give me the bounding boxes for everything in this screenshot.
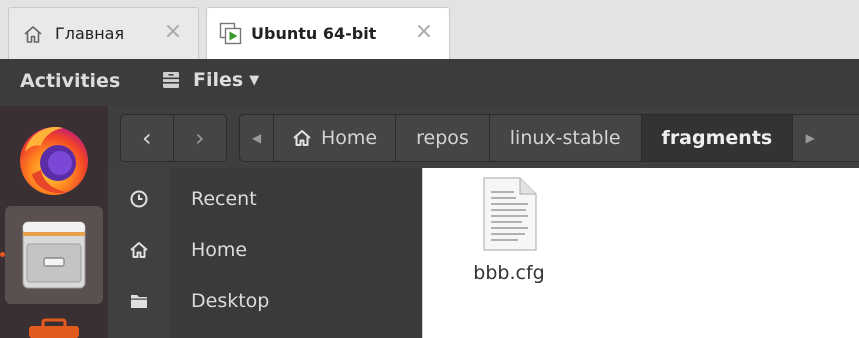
sidebar-item-desktop[interactable]: Desktop xyxy=(108,276,422,326)
close-icon[interactable]: × xyxy=(162,21,184,43)
breadcrumb-label: repos xyxy=(416,127,469,149)
activities-button[interactable]: Activities xyxy=(20,70,120,92)
path-bar: ◀ Home repos linux-stable fragments ▶ xyxy=(239,114,859,162)
sidebar-item-recent[interactable]: Recent xyxy=(108,174,422,224)
path-scroll-left-button[interactable]: ◀ xyxy=(240,115,274,161)
breadcrumb-current[interactable]: fragments xyxy=(641,115,794,161)
host-tab-strip: Главная × Ubuntu 64-bit × xyxy=(0,0,859,59)
forward-button[interactable]: › xyxy=(174,115,227,161)
dock xyxy=(0,106,108,338)
firefox-icon xyxy=(20,127,88,195)
home-icon xyxy=(108,240,170,260)
path-scroll-right-button[interactable]: ▶ xyxy=(793,115,827,161)
home-icon xyxy=(21,22,45,46)
triangle-left-icon: ◀ xyxy=(251,131,262,145)
file-view[interactable]: bbb.cfg xyxy=(422,168,859,338)
dock-item-files[interactable] xyxy=(5,206,103,304)
host-tab-label: Ubuntu 64-bit xyxy=(251,24,377,43)
top-bar: Activities Files ▼ xyxy=(0,59,859,106)
app-menu-button[interactable]: Files ▼ xyxy=(161,69,259,91)
caret-down-icon: ▼ xyxy=(249,72,260,88)
sidebar-item-label: Home xyxy=(191,239,248,261)
breadcrumb-label: Home xyxy=(321,127,378,149)
file-cabinet-icon xyxy=(22,221,86,289)
clock-icon xyxy=(108,189,170,209)
back-button[interactable]: ‹ xyxy=(121,115,174,161)
running-indicator xyxy=(0,252,5,257)
dock-item-next[interactable] xyxy=(5,316,103,338)
chevron-left-icon: ‹ xyxy=(141,124,152,152)
folder-icon xyxy=(108,291,170,311)
app-menu-label: Files xyxy=(193,69,244,91)
host-tab-ubuntu[interactable]: Ubuntu 64-bit × xyxy=(206,7,450,59)
sidebar-item-label: Recent xyxy=(191,188,257,210)
dock-item-firefox[interactable] xyxy=(5,114,103,202)
sidebar-item-home[interactable]: Home xyxy=(108,225,422,275)
file-name: bbb.cfg xyxy=(473,262,545,284)
breadcrumb-home[interactable]: Home xyxy=(274,115,397,161)
breadcrumb-label: linux-stable xyxy=(509,127,621,149)
sidebar-item-label: Desktop xyxy=(191,290,270,312)
breadcrumb-label: fragments xyxy=(661,127,773,149)
close-icon[interactable]: × xyxy=(413,21,435,43)
file-item[interactable]: bbb.cfg xyxy=(461,176,557,284)
host-tab-label: Главная xyxy=(55,24,125,43)
text-file-icon xyxy=(483,177,537,251)
header-bar: ‹ › ◀ Home repos linux-stable fragments … xyxy=(108,106,859,168)
app-icon xyxy=(29,318,79,338)
file-cabinet-icon xyxy=(161,70,181,90)
breadcrumb-repos[interactable]: repos xyxy=(396,115,490,161)
host-tab-home[interactable]: Главная × xyxy=(8,7,199,59)
sidebar: Recent Home Desktop xyxy=(108,168,422,338)
triangle-right-icon: ▶ xyxy=(805,131,815,145)
breadcrumb-linux-stable[interactable]: linux-stable xyxy=(490,115,642,161)
home-icon xyxy=(292,128,312,148)
vm-icon xyxy=(219,22,243,46)
navigation-buttons: ‹ › xyxy=(120,114,227,162)
chevron-right-icon: › xyxy=(194,124,205,152)
